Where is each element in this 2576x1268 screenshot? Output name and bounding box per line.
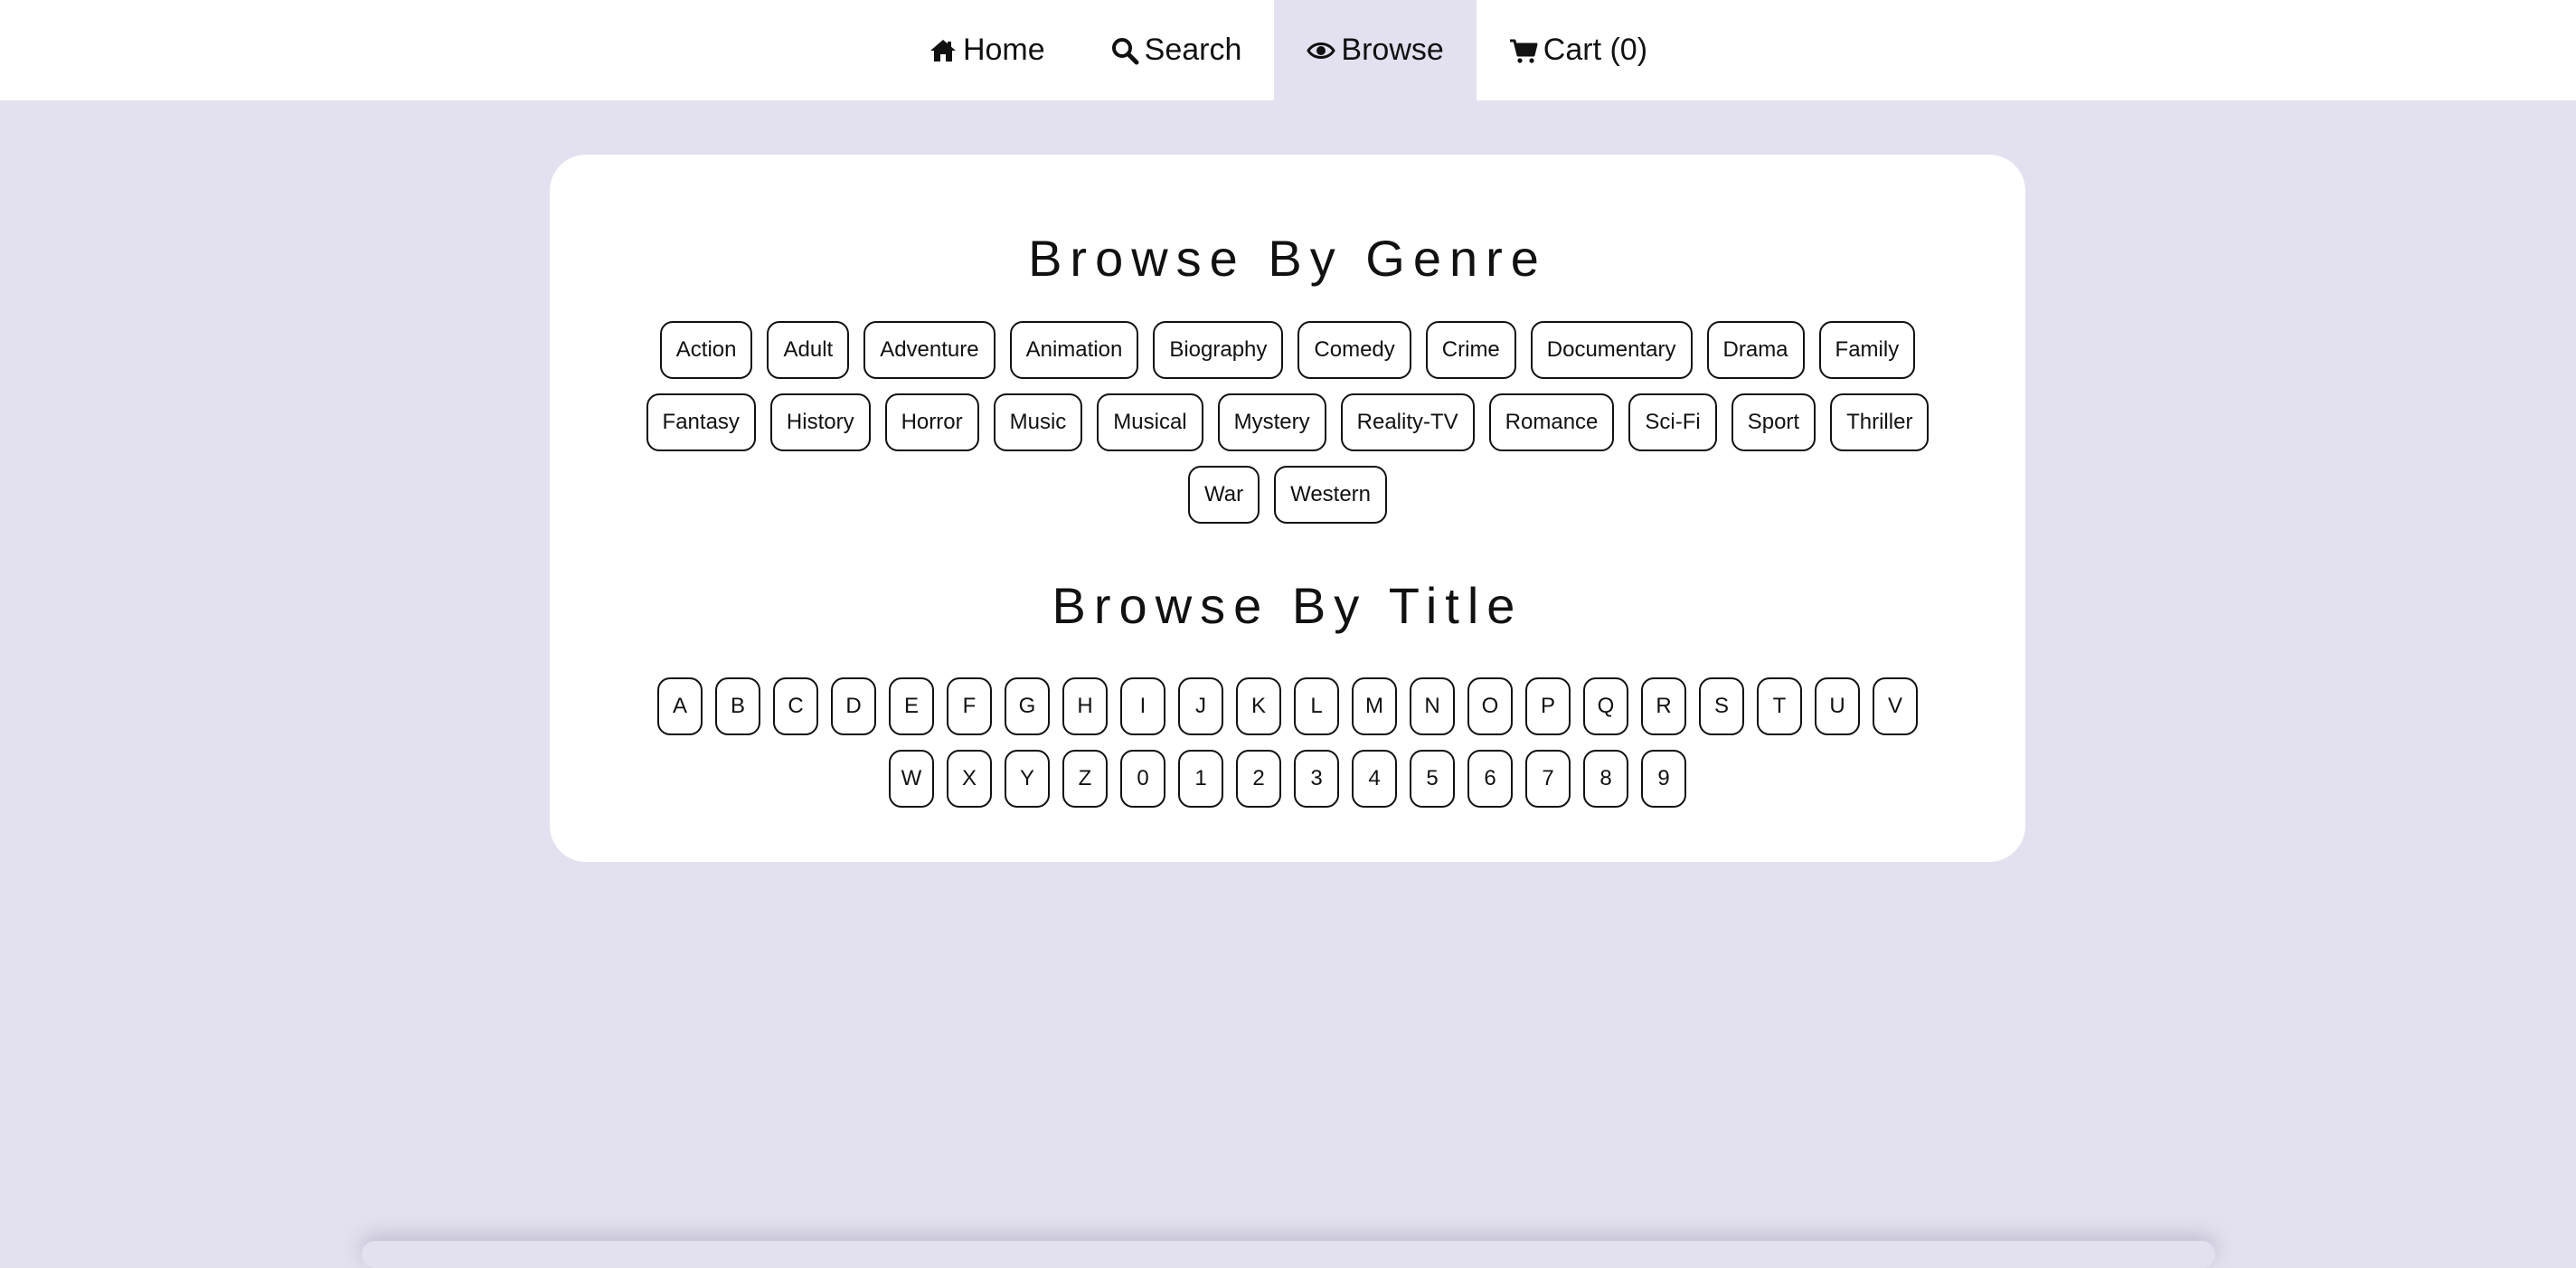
genre-button[interactable]: Action bbox=[659, 321, 753, 379]
letter-list: ABCDEFGHIJKLMNOPQRSTUV WXYZ0123456789 bbox=[637, 677, 1939, 808]
genre-button[interactable]: Animation bbox=[1009, 321, 1139, 379]
letter-button[interactable]: D bbox=[831, 677, 876, 735]
genre-button[interactable]: Comedy bbox=[1297, 321, 1411, 379]
genre-button[interactable]: Mystery bbox=[1217, 393, 1326, 451]
letter-button[interactable]: T bbox=[1757, 677, 1802, 735]
letter-button[interactable]: G bbox=[1005, 677, 1050, 735]
nav-cart[interactable]: Cart (0) bbox=[1477, 0, 1680, 100]
letter-button[interactable]: I bbox=[1120, 677, 1165, 735]
nav-search[interactable]: Search bbox=[1078, 0, 1275, 100]
search-icon bbox=[1110, 36, 1139, 65]
nav-search-label: Search bbox=[1144, 33, 1242, 67]
letter-button[interactable]: M bbox=[1352, 677, 1397, 735]
genre-button[interactable]: Drama bbox=[1706, 321, 1805, 379]
genre-section-title: Browse By Genre bbox=[1028, 230, 1547, 287]
genre-button[interactable]: Adventure bbox=[863, 321, 995, 379]
nav-home[interactable]: Home bbox=[896, 0, 1078, 100]
genre-list: Action Adult Adventure Animation Biography Co… bbox=[637, 321, 1939, 524]
letter-button[interactable]: W bbox=[889, 750, 934, 808]
genre-button[interactable]: Reality-TV bbox=[1340, 393, 1475, 451]
letter-button[interactable]: N bbox=[1410, 677, 1455, 735]
cart-icon bbox=[1509, 36, 1538, 65]
letter-button[interactable]: 1 bbox=[1178, 750, 1223, 808]
genre-button[interactable]: Family bbox=[1818, 321, 1916, 379]
genre-button[interactable]: Music bbox=[993, 393, 1083, 451]
letter-button[interactable]: F bbox=[947, 677, 992, 735]
letter-button[interactable]: K bbox=[1236, 677, 1281, 735]
letter-button[interactable]: 6 bbox=[1467, 750, 1513, 808]
genre-button[interactable]: Western bbox=[1274, 466, 1388, 524]
letter-button[interactable]: U bbox=[1815, 677, 1860, 735]
letter-button[interactable]: Q bbox=[1583, 677, 1628, 735]
genre-button[interactable]: Sci-Fi bbox=[1628, 393, 1717, 451]
letter-button[interactable]: 5 bbox=[1410, 750, 1455, 808]
genre-button[interactable]: Biography bbox=[1153, 321, 1284, 379]
genre-button[interactable]: Musical bbox=[1097, 393, 1203, 451]
letter-button[interactable]: V bbox=[1873, 677, 1918, 735]
letter-button[interactable]: J bbox=[1178, 677, 1223, 735]
genre-button[interactable]: Horror bbox=[884, 393, 979, 451]
letter-button[interactable]: O bbox=[1467, 677, 1513, 735]
genre-button[interactable]: Romance bbox=[1488, 393, 1615, 451]
browse-card: Browse By Genre Action Adult Adventure Anim… bbox=[550, 155, 2025, 862]
nav-items: Home Search Browse Cart (0) bbox=[896, 0, 1680, 100]
letter-button[interactable]: 8 bbox=[1583, 750, 1628, 808]
letter-button[interactable]: S bbox=[1699, 677, 1744, 735]
letter-button[interactable]: H bbox=[1062, 677, 1108, 735]
letter-button[interactable]: R bbox=[1641, 677, 1686, 735]
letter-button[interactable]: C bbox=[773, 677, 818, 735]
title-section-title: Browse By Title bbox=[1052, 577, 1524, 634]
letter-button[interactable]: 0 bbox=[1120, 750, 1165, 808]
letter-button[interactable]: P bbox=[1525, 677, 1571, 735]
letter-button[interactable]: L bbox=[1294, 677, 1339, 735]
genre-button[interactable]: Documentary bbox=[1530, 321, 1693, 379]
letter-button[interactable]: 3 bbox=[1294, 750, 1339, 808]
eye-icon bbox=[1307, 36, 1336, 65]
nav-home-label: Home bbox=[962, 33, 1045, 67]
letter-button[interactable]: 4 bbox=[1352, 750, 1397, 808]
letter-button[interactable]: 7 bbox=[1525, 750, 1571, 808]
bottom-panel-edge bbox=[362, 1241, 2215, 1268]
genre-button[interactable]: Crime bbox=[1425, 321, 1516, 379]
nav-browse[interactable]: Browse bbox=[1274, 0, 1477, 100]
genre-button[interactable]: Sport bbox=[1731, 393, 1816, 451]
letter-button[interactable]: Y bbox=[1005, 750, 1050, 808]
letter-button[interactable]: 9 bbox=[1641, 750, 1686, 808]
top-navigation-bar: Home Search Browse Cart (0) bbox=[0, 0, 2576, 100]
letter-button[interactable]: E bbox=[889, 677, 934, 735]
letter-button[interactable]: B bbox=[715, 677, 760, 735]
letter-button[interactable]: Z bbox=[1062, 750, 1108, 808]
genre-button[interactable]: War bbox=[1187, 466, 1260, 524]
letter-button[interactable]: A bbox=[657, 677, 703, 735]
genre-button[interactable]: Fantasy bbox=[646, 393, 756, 451]
genre-button[interactable]: History bbox=[769, 393, 871, 451]
nav-cart-label: Cart (0) bbox=[1543, 33, 1648, 67]
letter-button[interactable]: 2 bbox=[1236, 750, 1281, 808]
genre-button[interactable]: Thriller bbox=[1830, 393, 1930, 451]
genre-button[interactable]: Adult bbox=[767, 321, 850, 379]
nav-browse-label: Browse bbox=[1341, 33, 1444, 67]
letter-button[interactable]: X bbox=[947, 750, 992, 808]
home-icon bbox=[929, 36, 958, 65]
